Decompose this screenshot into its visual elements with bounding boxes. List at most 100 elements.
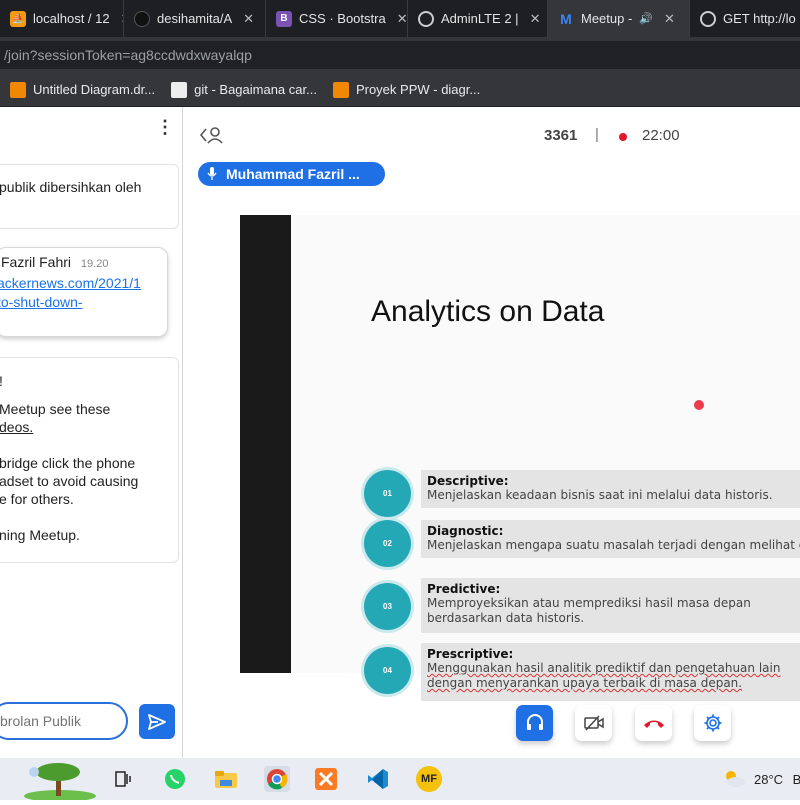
close-icon[interactable]: ✕ (397, 11, 407, 27)
meetup-icon: M (560, 10, 572, 27)
item-heading: Predictive: (427, 582, 501, 596)
speaker-icon: 🔊 (639, 13, 654, 25)
chat-link-line: to-shut-down- (0, 294, 83, 310)
item-heading: Descriptive: (427, 474, 509, 488)
bookmark-proyek-ppw[interactable]: Proyek PPW - diagr... (332, 81, 481, 98)
tab-label: AdminLTE 2 | (441, 11, 519, 26)
widgets-landscape-icon[interactable] (22, 760, 98, 802)
globe-icon (700, 10, 716, 27)
chat-line: e for others. (0, 491, 74, 507)
chat-line[interactable]: deos. (0, 419, 33, 435)
back-user-icon (199, 127, 223, 144)
close-icon[interactable]: ✕ (664, 11, 675, 27)
chat-line: adset to avoid causing (0, 473, 139, 489)
tab-bootstrap[interactable]: B CSS · Bootstra ✕ (266, 0, 408, 37)
item-box: Predictive: Memproyeksikan atau mempredi… (421, 578, 800, 633)
address-bar-container: /join?sessionToken=ag8ccdwdxwayalqp (0, 37, 800, 73)
meetup-mf-icon[interactable]: MF (416, 766, 442, 792)
meetup-page: ⋮ publik dibersihkan oleh Fazril Fahri 1… (0, 107, 800, 758)
weather-icon[interactable] (722, 768, 746, 793)
item-box: Descriptive: Menjelaskan keadaan bisnis … (421, 470, 800, 508)
whatsapp-icon[interactable] (162, 766, 188, 792)
file-explorer-icon[interactable] (213, 766, 239, 792)
meeting-timer: 22:00 (642, 127, 680, 144)
item-number: 01 (364, 470, 411, 517)
item-box: Diagnostic: Menjelaskan mengapa suatu ma… (421, 520, 800, 558)
windows-taskbar: MF 28°C B (0, 758, 800, 802)
tab-label: desihamita/A (157, 11, 233, 26)
participants-toggle[interactable] (199, 126, 224, 149)
presenter-badge: Muhammad Fazril ... (198, 162, 385, 186)
close-icon[interactable]: ✕ (243, 11, 254, 27)
slide-title: Analytics on Data (371, 295, 605, 328)
settings-button[interactable] (694, 705, 731, 741)
bookmark-untitled-diagram[interactable]: Untitled Diagram.dr... (10, 81, 156, 98)
github-icon (134, 10, 150, 27)
headset-icon (526, 714, 543, 730)
item-heading: Diagnostic: (427, 524, 504, 538)
task-view-icon[interactable] (110, 766, 136, 792)
item-description: Memproyeksikan atau memprediksi hasil ma… (427, 596, 751, 625)
hang-up-button[interactable] (635, 705, 672, 741)
chat-link-line: ackernews.com/2021/1 (0, 275, 141, 291)
audio-button[interactable] (516, 705, 553, 741)
slide-left-border (240, 215, 291, 673)
xampp-icon[interactable] (313, 766, 339, 792)
presentation-slide: Analytics on Data 01 Descriptive: Menjel… (291, 215, 800, 701)
meeting-id: 3361 (544, 127, 578, 144)
phpmyadmin-icon: ⛵ (10, 10, 26, 27)
close-icon[interactable]: ✕ (530, 11, 541, 27)
tab-meetup[interactable]: M Meetup - 🔊 ✕ (548, 0, 690, 37)
item-description: Menjelaskan mengapa suatu masalah terjad… (427, 538, 800, 552)
laser-pointer (694, 400, 704, 410)
tab-phpmyadmin[interactable]: ⛵ localhost / 12 ✕ (0, 0, 124, 37)
tab-label: Meetup - (581, 11, 633, 26)
item-heading: Prescriptive: (427, 647, 514, 661)
chat-line: ning Meetup. (0, 527, 80, 543)
globe-icon (418, 10, 434, 27)
item-number: 02 (364, 520, 411, 567)
chrome-icon[interactable] (264, 766, 290, 792)
tab-adminlte[interactable]: AdminLTE 2 | ✕ (408, 0, 548, 37)
item-number: 03 (364, 583, 411, 630)
camera-off-icon (583, 715, 604, 731)
tab-label: GET http://lo (723, 11, 796, 26)
conference-area: 3361 | 22:00 Muhammad Fazril ... Analyti… (184, 107, 800, 758)
bookmark-git[interactable]: git - Bagaimana car... (171, 81, 317, 98)
recording-dot-icon (619, 133, 627, 141)
drawio-icon (332, 81, 349, 98)
bookmarks-bar: Untitled Diagram.dr... git - Bagaimana c… (0, 73, 800, 107)
presenter-name: Muhammad Fazril ... (226, 166, 360, 182)
chat-message-input[interactable] (0, 702, 128, 740)
chat-message: Fazril Fahri 19.20 ackernews.com/2021/1 … (0, 247, 168, 337)
item-box: Prescriptive: Menggunakan hasil analitik… (421, 643, 800, 701)
bootstrap-icon: B (276, 10, 292, 27)
weather-temp-value: 28°C (754, 772, 784, 787)
tab-github[interactable]: desihamita/A ✕ (124, 0, 266, 37)
chat-message-welcome: ! Meetup see these deos. bridge click the… (0, 357, 179, 563)
header-separator: | (595, 126, 599, 143)
send-icon (148, 713, 166, 730)
chat-timestamp: 19.20 (80, 258, 109, 270)
camera-button[interactable] (575, 705, 612, 741)
hang-up-icon (643, 720, 664, 728)
tab-get-request[interactable]: GET http://lo (690, 0, 800, 37)
tab-label: localhost / 12 (33, 11, 110, 26)
bookmark-label: Untitled Diagram.dr... (33, 82, 156, 97)
send-button[interactable] (139, 704, 175, 739)
chat-sidebar: ⋮ publik dibersihkan oleh Fazril Fahri 1… (0, 107, 183, 758)
more-options-icon[interactable]: ⋮ (156, 117, 174, 137)
chat-line: ! (0, 373, 3, 389)
chat-message: publik dibersihkan oleh (0, 164, 179, 229)
chat-line: Meetup see these (0, 401, 111, 417)
item-description: Menjelaskan keadaan bisnis saat ini mela… (427, 488, 773, 502)
bookmark-label: git - Bagaimana car... (194, 82, 317, 97)
url-field[interactable]: /join?sessionToken=ag8ccdwdxwayalqp (0, 41, 800, 69)
chat-message-text: publik dibersihkan oleh (0, 179, 142, 195)
vscode-icon[interactable] (365, 766, 391, 792)
drawio-icon (10, 81, 26, 98)
gear-icon (704, 714, 721, 732)
chat-link[interactable]: ackernews.com/2021/1 to-shut-down- (0, 274, 167, 312)
browser-tab-bar: ⛵ localhost / 12 ✕ desihamita/A ✕ B CSS … (0, 0, 800, 37)
bookmark-label: Proyek PPW - diagr... (355, 82, 481, 97)
